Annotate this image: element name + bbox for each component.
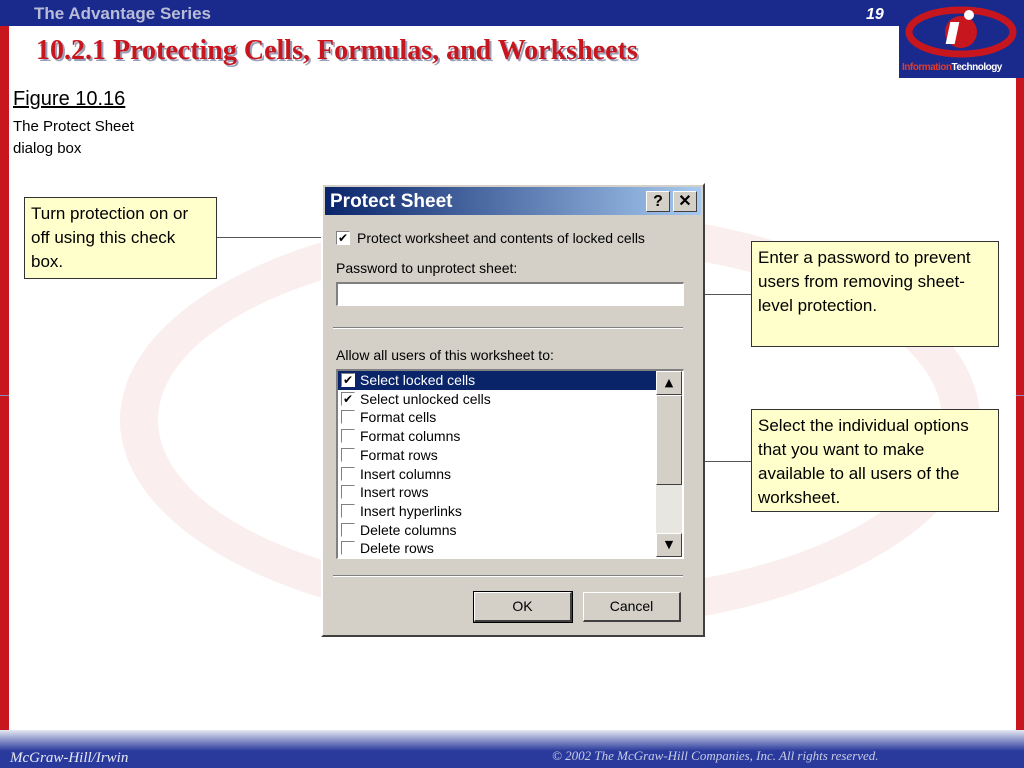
list-item[interactable]: Insert columns [338, 465, 656, 484]
dialog-separator [333, 327, 683, 329]
callout-checkbox: Turn protection on or off using this che… [24, 197, 217, 279]
protect-sheet-dialog: Protect Sheet ? ✕ ✔ Protect worksheet an… [321, 183, 705, 637]
option-checkbox[interactable] [341, 522, 355, 537]
right-divider [1016, 395, 1024, 396]
option-label: Insert hyperlinks [360, 502, 462, 519]
figure-title: Figure 10.16 [13, 88, 126, 110]
list-item[interactable]: Insert hyperlinks [338, 502, 656, 521]
footer-publisher: McGraw-Hill/Irwin [10, 750, 129, 766]
dialog-title: Protect Sheet [330, 191, 453, 212]
right-accent-bar [1016, 78, 1024, 746]
check-icon: ✔ [342, 373, 354, 387]
option-checkbox[interactable]: ✔ [341, 391, 355, 406]
list-item[interactable]: Format cells [338, 408, 656, 427]
protect-worksheet-checkbox[interactable]: ✔ [336, 231, 350, 245]
option-checkbox[interactable] [341, 541, 355, 556]
scroll-thumb[interactable] [656, 395, 682, 485]
close-icon: ✕ [678, 193, 692, 210]
callout-options: Select the individual options that you w… [751, 409, 999, 512]
option-checkbox[interactable] [341, 447, 355, 462]
figure-caption: The Protect Sheet dialog box [13, 118, 134, 157]
password-label: Password to unprotect sheet: [336, 260, 518, 276]
list-item[interactable]: Delete rows [338, 539, 656, 558]
logo-text-white: Technology [951, 62, 1003, 73]
option-label: Format columns [360, 428, 461, 445]
list-item[interactable]: Format rows [338, 446, 656, 465]
allow-users-label: Allow all users of this worksheet to: [336, 347, 554, 363]
option-checkbox[interactable] [341, 485, 355, 500]
scroll-up-icon: ▲ [664, 376, 674, 389]
series-name: The Advantage Series [34, 4, 211, 23]
permissions-list[interactable]: ✔ Select locked cells ✔ Select unlocked cel… [336, 369, 684, 559]
option-checkbox[interactable] [341, 503, 355, 518]
left-accent-bar [0, 26, 9, 746]
password-input[interactable] [336, 282, 684, 306]
callout-password: Enter a password to prevent users from r… [751, 241, 999, 347]
list-scrollbar[interactable]: ▲ ▼ [656, 371, 682, 557]
information-technology-logo-icon [905, 6, 1017, 58]
list-item[interactable]: ✔ Select locked cells [338, 371, 656, 390]
option-label: Insert rows [360, 484, 429, 501]
option-label: Select unlocked cells [360, 390, 491, 407]
option-checkbox[interactable]: ✔ [341, 373, 355, 387]
option-label: Select locked cells [360, 372, 476, 388]
scroll-down-icon: ▼ [664, 538, 674, 551]
option-checkbox[interactable] [341, 429, 355, 444]
cancel-button[interactable]: Cancel [583, 592, 681, 622]
check-icon: ✔ [342, 391, 354, 406]
list-item[interactable]: Insert rows [338, 483, 656, 502]
footer-copyright: © 2002 The McGraw-Hill Companies, Inc. A… [552, 748, 879, 763]
page-number: 19 [866, 6, 884, 23]
ok-button[interactable]: OK [473, 591, 573, 623]
list-item[interactable]: ✔ Select unlocked cells [338, 390, 656, 409]
logo-text: InformationTechnology [902, 62, 1022, 73]
option-label: Delete rows [360, 540, 434, 557]
option-label: Format cells [360, 409, 437, 426]
option-label: Format rows [360, 446, 438, 463]
scroll-down-button[interactable]: ▼ [656, 533, 682, 557]
dialog-separator-bottom [333, 575, 683, 577]
scroll-up-button[interactable]: ▲ [656, 371, 682, 395]
slide-title: 10.2.1 Protecting Cells, Formulas, and W… [36, 35, 638, 66]
help-button[interactable]: ? [646, 191, 670, 212]
list-item[interactable]: Format columns [338, 427, 656, 446]
leader-line-checkbox [217, 237, 331, 238]
check-icon: ✔ [337, 231, 349, 245]
close-button[interactable]: ✕ [673, 191, 697, 212]
protect-worksheet-label: Protect worksheet and contents of locked… [357, 230, 645, 246]
logo-text-red: Information [902, 62, 952, 73]
option-label: Delete columns [360, 521, 457, 538]
option-checkbox[interactable] [341, 466, 355, 481]
left-divider [0, 395, 9, 396]
list-item[interactable]: Delete columns [338, 521, 656, 540]
option-checkbox[interactable] [341, 410, 355, 425]
option-label: Insert columns [360, 465, 452, 482]
dialog-title-bar: Protect Sheet ? ✕ [325, 187, 701, 215]
